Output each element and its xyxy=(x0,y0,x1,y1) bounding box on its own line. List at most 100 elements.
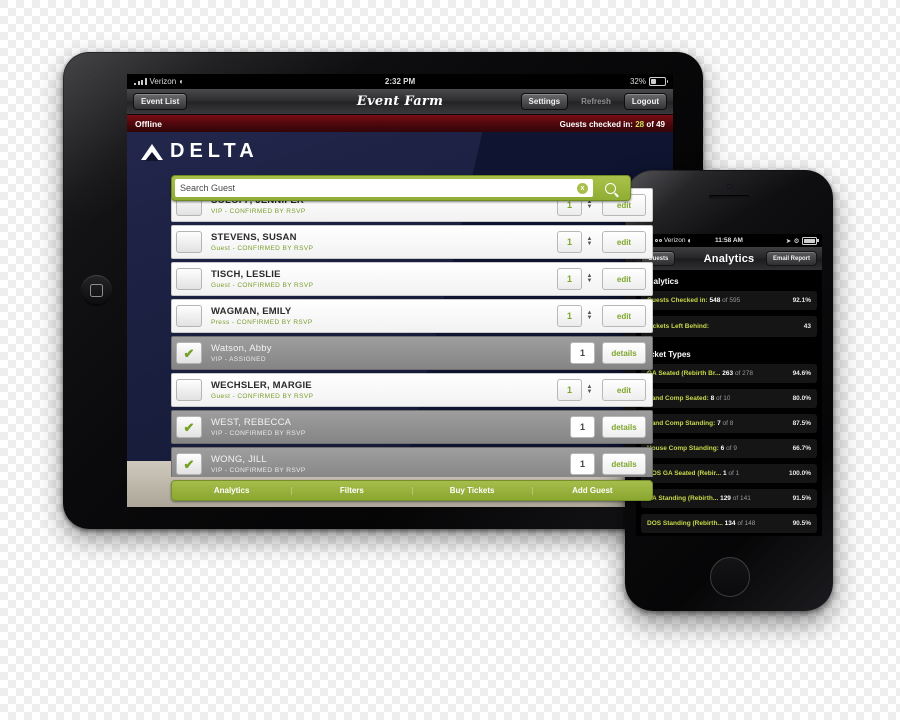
checkin-checkbox[interactable] xyxy=(176,231,202,253)
guest-quantity[interactable]: 1 xyxy=(570,342,595,364)
toolbar-item[interactable]: Filters xyxy=(292,486,413,495)
guest-action-button[interactable]: edit xyxy=(602,305,646,327)
phone-home-button[interactable] xyxy=(710,557,750,597)
stat-label: DOS Standing (Rebirth... 134 of 148 xyxy=(647,520,755,527)
stat-percent: 90.5% xyxy=(792,520,811,527)
guest-row[interactable]: WAGMAN, EMILY Press - CONFIRMED BY RSVP 1 ▲… xyxy=(171,299,653,333)
guest-info: WEST, REBECCA VIP - CONFIRMED BY RSVP xyxy=(211,417,570,437)
checkin-checkbox[interactable] xyxy=(176,268,202,290)
guest-action-button[interactable]: details xyxy=(602,453,646,475)
stat-label: Guests Checked in: 548 of 595 xyxy=(647,297,740,304)
tablet-home-button[interactable] xyxy=(81,274,112,306)
guest-quantity[interactable]: 1 xyxy=(557,268,582,290)
stat-value: 129 xyxy=(720,495,731,502)
battery-percent-label: 32% xyxy=(629,77,646,86)
guest-action-button[interactable]: edit xyxy=(602,231,646,253)
phone-content: Analytics Guests Checked in: 548 of 595 92… xyxy=(636,270,822,536)
guest-row[interactable]: ✔ WEST, REBECCA VIP - CONFIRMED BY RSVP 1 de… xyxy=(171,410,653,444)
stat-name: DOS GA Seated (Rebir... xyxy=(647,470,722,477)
guest-meta: VIP - ASSIGNED xyxy=(211,356,266,363)
guest-quantity[interactable]: 1 xyxy=(570,416,595,438)
front-camera-icon xyxy=(726,184,732,189)
location-arrow-icon: ➤ xyxy=(785,237,792,245)
toolbar-item[interactable]: Analytics xyxy=(172,486,293,495)
tablet-screen: Verizon ◐ 2:32 PM 32% Event List Event F… xyxy=(127,74,673,507)
phone-stat-row: Guests Checked in: 548 of 595 92.1% xyxy=(641,291,817,310)
guest-row[interactable]: WECHSLER, MARGIE Guest - CONFIRMED BY RSV… xyxy=(171,373,653,407)
quantity-stepper[interactable]: ▲ ▼ xyxy=(584,306,595,326)
stat-value: 263 xyxy=(722,370,734,377)
phone-status-bar: Verizon ◐ 11:58 AM ➤ ⚙ xyxy=(636,234,822,247)
logout-button[interactable]: Logout xyxy=(623,93,667,110)
guest-row[interactable]: TISCH, LESLIE Guest - CONFIRMED BY RSVP 1 ▲… xyxy=(171,262,653,296)
stat-total: of 141 xyxy=(732,495,751,502)
email-report-button[interactable]: Email Report xyxy=(765,251,817,266)
stat-name: GA Seated (Rebirth Br... xyxy=(647,370,721,377)
guest-quantity[interactable]: 1 xyxy=(557,231,582,253)
stat-value: 548 xyxy=(709,297,721,304)
clear-search-icon[interactable]: x xyxy=(577,182,588,194)
toolbar-item[interactable]: Buy Tickets xyxy=(413,486,533,495)
guest-row[interactable]: ✔ Watson, Abby VIP - ASSIGNED 1 details xyxy=(171,336,653,370)
checked-in-label: Guests checked in: xyxy=(559,119,633,129)
guest-action-button[interactable]: edit xyxy=(602,379,646,401)
guest-quantity[interactable]: 1 xyxy=(557,379,582,401)
settings-button[interactable]: Settings xyxy=(520,93,569,110)
stat-total: of 278 xyxy=(734,370,754,377)
stat-total: of 595 xyxy=(722,297,741,304)
stat-name: House Comp Standing: xyxy=(647,445,719,452)
checkin-checkbox[interactable]: ✔ xyxy=(176,416,202,438)
stat-total: of 148 xyxy=(737,520,756,527)
search-placeholder: Search Guest xyxy=(180,183,236,193)
phone-stat-row: Tickets Left Behind: 43 xyxy=(641,316,817,337)
checkin-checkbox[interactable] xyxy=(176,305,202,327)
guest-info: WAGMAN, EMILY Press - CONFIRMED BY RSVP xyxy=(211,306,557,326)
guest-action-button[interactable]: details xyxy=(602,342,646,364)
search-submit-button[interactable] xyxy=(593,182,627,194)
phone-stat-row: DOS GA Seated (Rebir... 1 of 1 100.0% xyxy=(641,464,817,483)
stat-name: Tickets Left Behind: xyxy=(647,323,710,330)
phone-stat-row: Band Comp Seated: 8 of 10 80.0% xyxy=(641,389,817,408)
phone-status-right: ➤ ⚙ xyxy=(785,236,819,245)
event-list-button[interactable]: Event List xyxy=(133,93,188,110)
guest-info: Watson, Abby VIP - ASSIGNED xyxy=(211,343,570,363)
quantity-stepper[interactable]: ▲ ▼ xyxy=(584,380,595,400)
checkin-checkbox[interactable] xyxy=(176,379,202,401)
stat-name: Guests Checked in: xyxy=(647,297,708,304)
guest-info: WECHSLER, MARGIE Guest - CONFIRMED BY RSV… xyxy=(211,380,557,400)
search-input[interactable]: Search Guest x xyxy=(175,179,593,197)
checkin-checkbox[interactable]: ✔ xyxy=(176,342,202,364)
phone-screen: Verizon ◐ 11:58 AM ➤ ⚙ Guests Analytics … xyxy=(636,234,822,536)
stat-name: GA Standing (Rebirth... xyxy=(647,495,719,502)
search-icon xyxy=(604,182,616,194)
stat-label: GA Standing (Rebirth... 129 of 141 xyxy=(647,495,751,502)
stat-value: 1 xyxy=(722,470,727,477)
guest-meta: Guest - CONFIRMED BY RSVP xyxy=(211,393,314,400)
checkin-checkbox[interactable]: ✔ xyxy=(176,453,202,475)
guest-meta: VIP - CONFIRMED BY RSVP xyxy=(211,208,306,215)
guest-quantity[interactable]: 1 xyxy=(570,453,595,475)
guest-name: WAGMAN, EMILY xyxy=(211,306,292,317)
stat-total: of 9 xyxy=(726,445,737,452)
guest-row[interactable]: ✔ WONG, JILL VIP - CONFIRMED BY RSVP 1 detai… xyxy=(171,447,653,477)
checked-in-total: of 49 xyxy=(646,119,665,129)
stat-name: Band Comp Standing: xyxy=(647,420,716,427)
phone-stat-row: Band Comp Standing: 7 of 8 87.5% xyxy=(641,414,817,433)
stat-value: 134 xyxy=(724,520,736,527)
refresh-button[interactable]: Refresh xyxy=(573,93,619,110)
tablet-device: Verizon ◐ 2:32 PM 32% Event List Event F… xyxy=(63,52,703,529)
guest-row[interactable]: STEVENS, SUSAN Guest - CONFIRMED BY RSVP 1… xyxy=(171,225,653,259)
checked-in-count: 28 xyxy=(635,119,645,129)
quantity-stepper[interactable]: ▲ ▼ xyxy=(584,232,595,252)
delta-logo: DELTA xyxy=(141,140,259,163)
offline-label: Offline xyxy=(135,119,162,129)
guest-quantity[interactable]: 1 xyxy=(557,305,582,327)
guest-list[interactable]: SOLOFF, JENNIFERVIP - CONFIRMED BY RSVP1… xyxy=(171,188,653,477)
guest-action-button[interactable]: details xyxy=(602,416,646,438)
stat-percent: 87.5% xyxy=(792,420,811,427)
quantity-stepper[interactable]: ▲ ▼ xyxy=(584,269,595,289)
guest-name: STEVENS, SUSAN xyxy=(211,232,297,243)
guest-action-button[interactable]: edit xyxy=(602,268,646,290)
tablet-content: DELTA Search Guest x SOLOFF, JENNIFERVIP… xyxy=(127,132,673,507)
toolbar-item[interactable]: Add Guest xyxy=(533,486,652,495)
